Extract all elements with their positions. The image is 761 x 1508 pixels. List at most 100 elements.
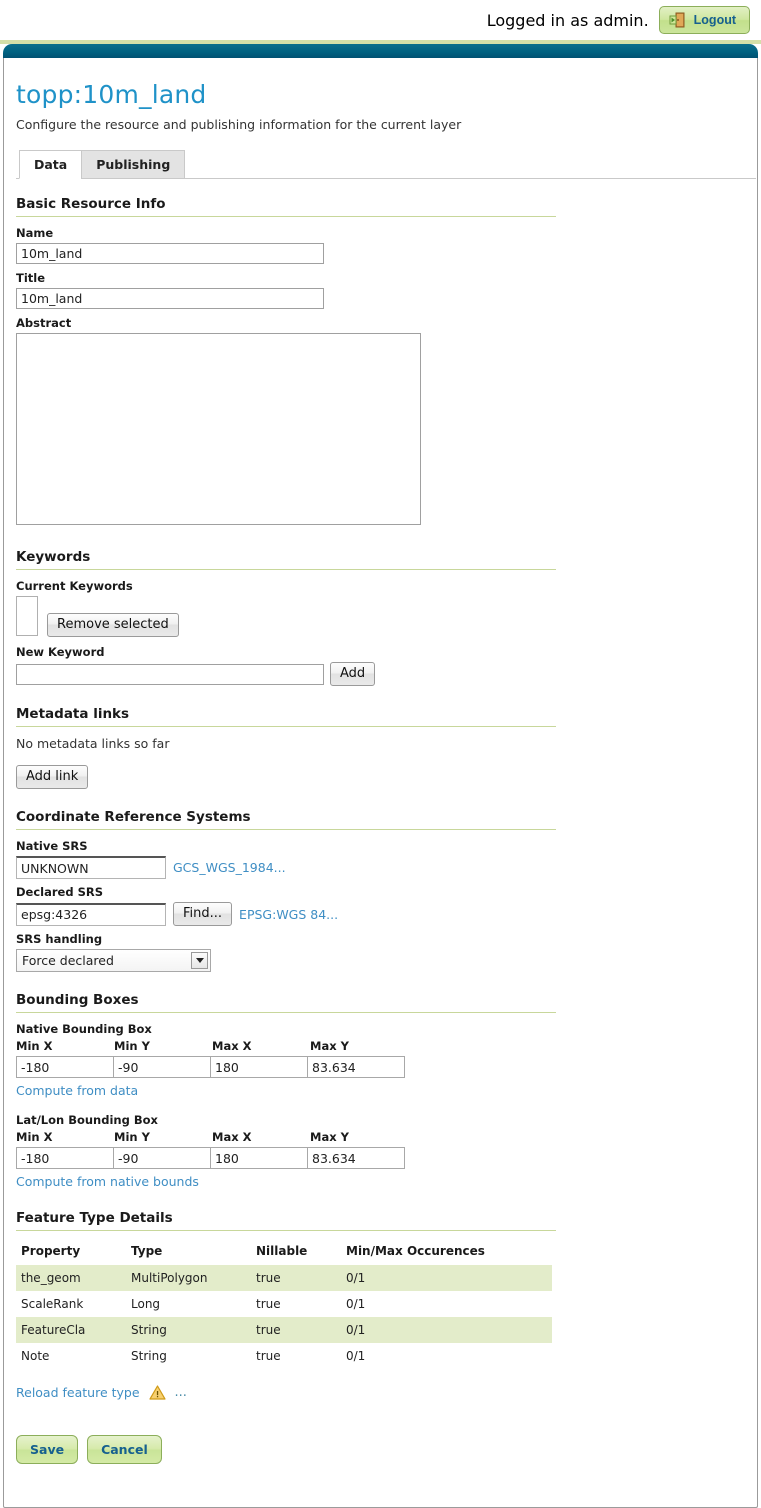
- srs-handling-select[interactable]: Force declared: [16, 949, 211, 972]
- column-header-type: Type: [131, 1244, 163, 1258]
- new-keyword-row: Add: [16, 662, 743, 686]
- latlon-bbox-column-headers: Min X Min Y Max X Max Y: [16, 1130, 743, 1147]
- add-keyword-button[interactable]: Add: [330, 662, 376, 686]
- cell-type: MultiPolygon: [131, 1271, 208, 1285]
- section-heading-basic-info: Basic Resource Info: [16, 196, 556, 217]
- srs-handling-value: Force declared: [22, 953, 114, 968]
- reload-feature-type-link[interactable]: Reload feature type: [16, 1385, 140, 1400]
- column-header-occurrences: Min/Max Occurences: [346, 1244, 485, 1258]
- logout-button[interactable]: Logout: [658, 6, 750, 34]
- declared-srs-label: Declared SRS: [16, 885, 103, 899]
- latlon-bbox-miny-input[interactable]: [113, 1147, 211, 1169]
- cell-occurrences: 0/1: [346, 1349, 366, 1363]
- latlon-bbox-label: Lat/Lon Bounding Box: [16, 1113, 158, 1127]
- cell-property: ScaleRank: [21, 1297, 84, 1311]
- native-bbox-maxx-input[interactable]: [210, 1056, 308, 1078]
- native-bbox-maxx-label: Max X: [212, 1039, 252, 1053]
- column-header-property: Property: [21, 1244, 81, 1258]
- page-subtitle: Configure the resource and publishing in…: [16, 117, 462, 132]
- find-srs-button[interactable]: Find...: [173, 902, 233, 926]
- latlon-bbox-maxy-input[interactable]: [307, 1147, 405, 1169]
- cell-nillable: true: [256, 1349, 281, 1363]
- table-row: Note String true 0/1: [16, 1343, 552, 1369]
- name-input[interactable]: [16, 243, 324, 264]
- table-header-row: Property Type Nillable Min/Max Occurence…: [16, 1240, 552, 1265]
- native-bbox-minx-label: Min X: [16, 1039, 53, 1053]
- section-heading-bounding-boxes: Bounding Boxes: [16, 992, 556, 1013]
- cell-type: Long: [131, 1297, 161, 1311]
- cell-type: String: [131, 1323, 167, 1337]
- new-keyword-input[interactable]: [16, 663, 324, 685]
- reload-dots: ...: [174, 1385, 187, 1400]
- cell-nillable: true: [256, 1271, 281, 1285]
- declared-srs-row: Find... EPSG:WGS 84...: [16, 902, 743, 926]
- native-bbox-inputs: [16, 1056, 743, 1078]
- column-header-nillable: Nillable: [256, 1244, 308, 1258]
- compute-from-native-bounds-link[interactable]: Compute from native bounds: [16, 1174, 199, 1189]
- add-metadata-link-button[interactable]: Add link: [16, 765, 89, 789]
- warning-triangle-icon: [148, 1385, 166, 1400]
- current-keywords-label: Current Keywords: [16, 579, 133, 593]
- native-bbox-column-headers: Min X Min Y Max X Max Y: [16, 1039, 743, 1056]
- native-bbox-label: Native Bounding Box: [16, 1022, 152, 1036]
- tab-data[interactable]: Data: [19, 150, 83, 179]
- cell-occurrences: 0/1: [346, 1323, 366, 1337]
- native-srs-row: GCS_WGS_1984...: [16, 856, 743, 879]
- tab-publishing[interactable]: Publishing: [81, 150, 186, 179]
- panel-top-band: [3, 44, 758, 58]
- cell-occurrences: 0/1: [346, 1271, 366, 1285]
- chevron-down-icon[interactable]: [191, 952, 208, 969]
- native-bbox-minx-input[interactable]: [16, 1056, 114, 1078]
- cell-property: Note: [21, 1349, 50, 1363]
- cancel-button[interactable]: Cancel: [87, 1435, 162, 1464]
- page-title: topp:10m_land: [16, 80, 207, 109]
- remove-selected-keyword-button[interactable]: Remove selected: [47, 613, 179, 637]
- table-row: ScaleRank Long true 0/1: [16, 1291, 552, 1317]
- cell-nillable: true: [256, 1323, 281, 1337]
- native-bbox-miny-label: Min Y: [114, 1039, 150, 1053]
- latlon-bbox-minx-label: Min X: [16, 1130, 53, 1144]
- tab-bar: Data Publishing: [16, 149, 756, 179]
- logout-label: Logout: [693, 13, 736, 27]
- title-label: Title: [16, 271, 46, 285]
- latlon-bbox-maxy-label: Max Y: [310, 1130, 349, 1144]
- abstract-label: Abstract: [16, 316, 72, 330]
- main-panel: topp:10m_land Configure the resource and…: [3, 58, 758, 1508]
- reload-feature-type-row: Reload feature type ...: [16, 1385, 743, 1400]
- declared-srs-link[interactable]: EPSG:WGS 84...: [239, 907, 338, 922]
- native-srs-link[interactable]: GCS_WGS_1984...: [173, 860, 286, 875]
- current-keywords-listbox[interactable]: [16, 596, 38, 636]
- table-row: FeatureCla String true 0/1: [16, 1317, 552, 1343]
- save-button[interactable]: Save: [16, 1435, 79, 1464]
- latlon-bbox-minx-input[interactable]: [16, 1147, 114, 1169]
- compute-from-data-link[interactable]: Compute from data: [16, 1083, 138, 1098]
- abstract-textarea[interactable]: [16, 333, 421, 525]
- latlon-bbox-inputs: [16, 1147, 743, 1169]
- new-keyword-label: New Keyword: [16, 645, 105, 659]
- latlon-bbox-maxx-input[interactable]: [210, 1147, 308, 1169]
- current-keywords-row: Remove selected: [16, 596, 743, 637]
- latlon-bbox-maxx-label: Max X: [212, 1130, 252, 1144]
- section-heading-feature-type-details: Feature Type Details: [16, 1210, 556, 1231]
- declared-srs-input[interactable]: [16, 902, 166, 926]
- table-row: the_geom MultiPolygon true 0/1: [16, 1265, 552, 1291]
- srs-handling-label: SRS handling: [16, 932, 103, 946]
- native-bbox-miny-input[interactable]: [113, 1056, 211, 1078]
- cell-property: FeatureCla: [21, 1323, 86, 1337]
- native-bbox-maxy-input[interactable]: [307, 1056, 405, 1078]
- cell-property: the_geom: [21, 1271, 81, 1285]
- cell-occurrences: 0/1: [346, 1297, 366, 1311]
- section-heading-metadata-links: Metadata links: [16, 706, 556, 727]
- section-heading-crs: Coordinate Reference Systems: [16, 809, 556, 830]
- top-login-bar: Logged in as admin. Logout: [0, 0, 761, 40]
- native-srs-input[interactable]: [16, 856, 166, 879]
- feature-type-table: Property Type Nillable Min/Max Occurence…: [16, 1240, 552, 1369]
- native-srs-label: Native SRS: [16, 839, 88, 853]
- native-bbox-maxy-label: Max Y: [310, 1039, 349, 1053]
- title-input[interactable]: [16, 288, 324, 309]
- logged-in-status: Logged in as admin.: [486, 10, 649, 30]
- cell-type: String: [131, 1349, 167, 1363]
- door-exit-icon: [669, 12, 685, 28]
- form-actions: Save Cancel: [16, 1435, 743, 1464]
- cell-nillable: true: [256, 1297, 281, 1311]
